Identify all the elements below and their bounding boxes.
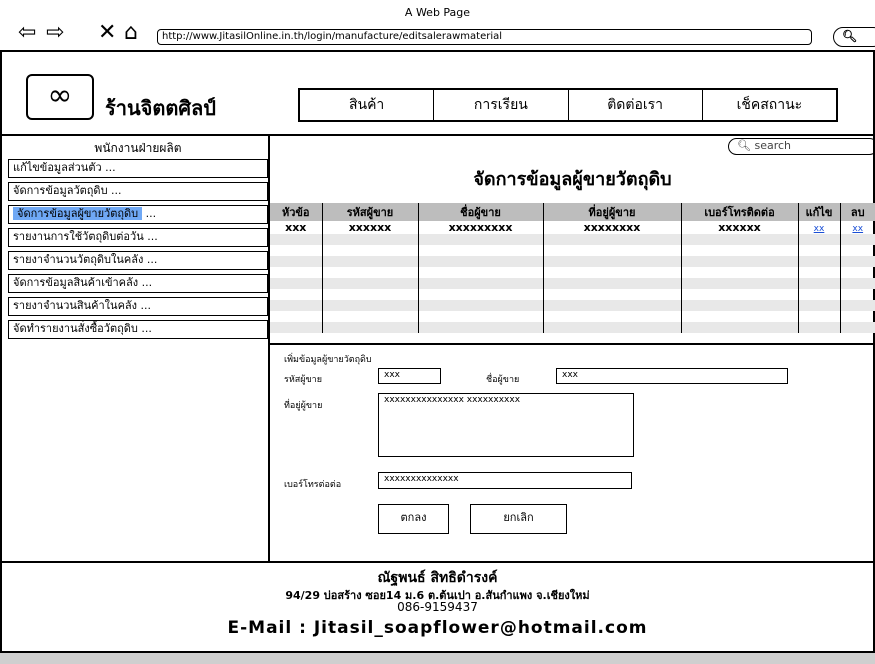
sidebar-item-label: จัดการข้อมูลผู้ขายวัตถุดิบ bbox=[13, 207, 143, 220]
sidebar-item-product-stock[interactable]: รายงาจำนวนสินค้าในคลัง ... bbox=[8, 297, 268, 316]
delete-link[interactable]: xx bbox=[852, 224, 863, 234]
form-heading: เพิ่มข้อมูลผู้ขายวัตถุดิบ bbox=[284, 355, 372, 365]
sidebar-item-edit-profile[interactable]: แก้ไขข้อมูลส่วนตัว ... bbox=[8, 159, 268, 178]
table-cell: xxxxxx bbox=[680, 221, 798, 234]
ok-button[interactable]: ตกลง bbox=[378, 504, 449, 534]
table-row bbox=[270, 256, 875, 267]
supplier-table: หัวข้อ รหัสผู้ขาย ชื่อผู้ขาย ที่อยู่ผู้ข… bbox=[270, 203, 875, 333]
footer-phone: 086-9159437 bbox=[397, 600, 478, 614]
table-cell: xxxxxx bbox=[321, 221, 418, 234]
search-input[interactable]: 🔍︎ search bbox=[728, 138, 875, 155]
table-cell: xxxxxxxxx bbox=[417, 221, 543, 234]
column-header: แก้ไข bbox=[797, 203, 840, 221]
column-header: ชื่อผู้ขาย bbox=[417, 203, 543, 221]
supplier-phone-field[interactable]: xxxxxxxxxxxxxx bbox=[378, 472, 632, 489]
window-title: A Web Page bbox=[404, 6, 471, 19]
search-placeholder: search bbox=[754, 139, 792, 152]
supplier-address-label: ที่อยู่ผู้ขาย bbox=[284, 401, 323, 411]
supplier-address-field[interactable]: xxxxxxxxxxxxxxx xxxxxxxxxx bbox=[378, 393, 634, 457]
footer-email: E-Mail : Jitasil_soapflower@hotmail.com bbox=[227, 618, 648, 638]
table-row bbox=[270, 267, 875, 278]
browser-search-button[interactable]: 🔍︎ bbox=[833, 27, 875, 47]
supplier-name-label: ชื่อผู้ขาย bbox=[486, 375, 520, 385]
menu-item-status[interactable]: เช็คสถานะ bbox=[703, 90, 836, 120]
sidebar-title: พนักงานฝ่ายผลิต bbox=[94, 141, 182, 155]
back-arrow-icon[interactable]: ⇦ bbox=[18, 22, 36, 44]
table-cell: xx bbox=[839, 221, 875, 234]
supplier-code-label: รหัสผู้ขาย bbox=[284, 375, 323, 385]
menu-item-learning[interactable]: การเรียน bbox=[434, 90, 569, 120]
url-bar[interactable]: http://www.JitasilOnline.in.th/login/man… bbox=[157, 29, 812, 45]
search-icon: 🔍︎ bbox=[737, 139, 751, 152]
column-header: เบอร์โทรติดต่อ bbox=[680, 203, 798, 221]
main-menu: สินค้า การเรียน ติดต่อเรา เช็คสถานะ bbox=[298, 88, 838, 122]
column-header: ที่อยู่ผู้ขาย bbox=[542, 203, 681, 221]
column-header: หัวข้อ bbox=[270, 203, 322, 221]
menu-item-contact[interactable]: ติดต่อเรา bbox=[569, 90, 703, 120]
sidebar-item-material-stock[interactable]: รายงาจำนวนวัตถุดิบในคลัง ... bbox=[8, 251, 268, 270]
table-cell: xxxxxxxx bbox=[542, 221, 681, 234]
sidebar-item-ellipsis: ... bbox=[145, 207, 157, 220]
table-cell: xxx bbox=[285, 221, 307, 234]
sidebar-item-purchase-report[interactable]: จัดทำรายงานสั่งซื้อวัตถุดิบ ... bbox=[8, 320, 268, 339]
brand-name: ร้านจิตตศิลป์ bbox=[105, 96, 216, 120]
search-icon: 🔍︎ bbox=[842, 29, 858, 43]
sidebar-item-raw-material[interactable]: จัดการข้อมูลวัตถุดิบ ... bbox=[8, 182, 268, 201]
table-row bbox=[270, 289, 875, 300]
table-row bbox=[270, 278, 875, 289]
sidebar-item-daily-usage[interactable]: รายงานการใช้วัตถุดิบต่อวัน ... bbox=[8, 228, 268, 247]
table-header-row: หัวข้อ รหัสผู้ขาย ชื่อผู้ขาย ที่อยู่ผู้ข… bbox=[270, 203, 875, 221]
table-bottom-border bbox=[270, 343, 875, 345]
supplier-code-field[interactable]: xxx bbox=[378, 368, 441, 384]
home-icon[interactable]: ⌂ bbox=[124, 22, 138, 44]
infinity-icon[interactable]: ∞ bbox=[26, 74, 94, 120]
column-header: ลบ bbox=[839, 203, 875, 221]
edit-link[interactable]: xx bbox=[814, 224, 825, 234]
page-title: จัดการข้อมูลผู้ขายวัตถุดิบ bbox=[473, 169, 672, 190]
forward-arrow-icon[interactable]: ⇨ bbox=[46, 22, 64, 44]
sidebar-item-product-intake[interactable]: จัดการข้อมูลสินค้าเข้าคลัง ... bbox=[8, 274, 268, 293]
table-row bbox=[270, 322, 875, 333]
menu-item-products[interactable]: สินค้า bbox=[300, 90, 435, 120]
close-icon[interactable]: ✕ bbox=[98, 22, 116, 44]
table-row: xxx xxxxxx xxxxxxxxx xxxxxxxx xxxxxx xx … bbox=[270, 221, 875, 234]
sidebar-item-supplier[interactable]: จัดการข้อมูลผู้ขายวัตถุดิบ ... bbox=[8, 205, 268, 224]
supplier-phone-label: เบอร์โทรต่อต่อ bbox=[284, 480, 342, 490]
window-bottom-bar bbox=[0, 651, 875, 664]
cancel-button[interactable]: ยกเลิก bbox=[470, 504, 567, 534]
column-header: รหัสผู้ขาย bbox=[321, 203, 418, 221]
supplier-name-field[interactable]: xxx bbox=[556, 368, 788, 384]
table-row bbox=[270, 234, 875, 245]
table-row bbox=[270, 245, 875, 256]
table-row bbox=[270, 311, 875, 322]
table-row bbox=[270, 300, 875, 311]
table-cell: xx bbox=[797, 221, 840, 234]
